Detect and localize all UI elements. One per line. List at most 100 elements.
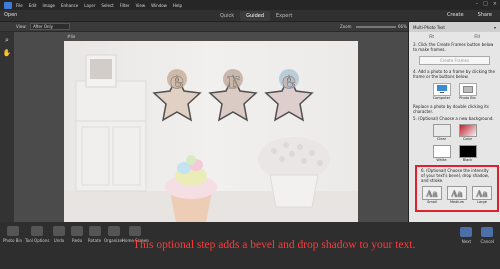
style-small-icon: Aa [422, 186, 442, 200]
create-button[interactable]: Create [447, 12, 464, 18]
next-cancel-group: Next Cancel [460, 227, 494, 244]
clear-label: Clear [436, 137, 447, 141]
menu-view[interactable]: View [136, 3, 146, 8]
style-large-icon: Aa [472, 186, 492, 200]
menu-image[interactable]: Image [42, 3, 55, 8]
photo-bin-icon [458, 83, 477, 96]
redo-button[interactable]: Redo [71, 226, 83, 243]
bg-black-button[interactable]: Black [458, 145, 477, 162]
open-button[interactable]: Open [4, 12, 17, 18]
bg-clear-button[interactable]: Clear [432, 124, 451, 141]
photo-bin-source-label: Photo Bin [459, 96, 476, 100]
step-6-text: 6. (Optional) Choose the intensity of yo… [421, 168, 490, 183]
guided-panel: Multi-Photo Text ▾ Fit Fill 3. Click the… [408, 22, 500, 222]
options-bar: View: After Only Zoom 66% [0, 22, 408, 32]
share-button[interactable]: Share [478, 12, 492, 18]
menu-layer[interactable]: Layer [84, 3, 95, 8]
style-small-button[interactable]: Aa Small [422, 186, 442, 204]
step-4-text: 4. Add a photo to a frame by clicking th… [413, 69, 495, 79]
mode-tabs: Quick Guided Expert [214, 11, 298, 21]
redo-icon [71, 226, 83, 236]
white-label: White [436, 158, 447, 162]
fit-label[interactable]: Fit [429, 34, 434, 39]
photo-bin-button[interactable]: Photo Bin [3, 226, 22, 243]
menu-help[interactable]: Help [173, 3, 182, 8]
background-row-1: Clear Color [409, 122, 500, 143]
computer-button[interactable]: Computer [432, 83, 451, 100]
panel-menu-icon[interactable]: ▾ [494, 25, 496, 30]
photo-bin-source-button[interactable]: Photo Bin [458, 83, 477, 100]
next-button[interactable]: Next [460, 227, 473, 244]
menu-enhance[interactable]: Enhance [61, 3, 78, 8]
view-label: View: [16, 24, 27, 29]
rotate-icon [88, 226, 101, 236]
organizer-button[interactable]: Organizer [104, 226, 124, 243]
undo-icon [53, 226, 65, 236]
toolbox: ⌕ ✋ [0, 32, 14, 222]
rotate-button[interactable]: Rotate [88, 226, 101, 243]
zoom-tool-icon[interactable]: ⌕ [2, 35, 12, 45]
undo-button[interactable]: Undo [53, 226, 65, 243]
cancel-label: Cancel [480, 239, 494, 244]
bg-color-button[interactable]: Color [458, 124, 477, 141]
view-select[interactable]: After Only [30, 23, 70, 30]
close-icon[interactable]: × [493, 1, 497, 7]
style-large-button[interactable]: Aa Large [472, 186, 492, 204]
tutorial-caption: This optional step adds a bevel and drop… [133, 239, 416, 251]
color-swatch [458, 124, 477, 137]
maximize-icon[interactable]: □ [483, 1, 488, 7]
next-icon [460, 227, 473, 237]
next-label: Next [461, 239, 472, 244]
undo-label: Undo [53, 238, 65, 243]
cancel-icon [481, 227, 494, 237]
menu-select[interactable]: Select [101, 3, 113, 8]
mode-bar: Open Quick Guided Expert Create Share [0, 10, 500, 22]
window-controls: – □ × [476, 1, 497, 7]
create-share-actions: Create Share [447, 12, 492, 18]
computer-label: Computer [432, 96, 451, 100]
step-3-text: 3. Click the Create Frames button below … [413, 42, 494, 52]
computer-icon [432, 83, 451, 96]
photo-illustration: e r e [64, 41, 358, 250]
create-frames-button[interactable]: Create Frames [419, 56, 490, 65]
photo-bin-icon [6, 226, 19, 236]
zoom-label: Zoom [340, 24, 352, 29]
small-label: Small [427, 200, 437, 204]
style-medium-icon: Aa [447, 186, 467, 200]
tab-quick[interactable]: Quick [214, 11, 240, 21]
tool-options-button[interactable]: Tool Options [25, 226, 49, 243]
canvas-area: #4e e r e [14, 32, 408, 250]
menu-filter[interactable]: Filter [120, 3, 130, 8]
style-intensity-row: Aa Small Aa Medium Aa Large [417, 186, 497, 204]
file-tab[interactable]: #4e [67, 34, 75, 39]
hand-tool-icon[interactable]: ✋ [2, 48, 12, 58]
replace-photo-text: Replace a photo by double clicking its c… [413, 104, 489, 114]
organizer-label: Organizer [104, 238, 124, 243]
menu-file[interactable]: File [16, 3, 23, 8]
app-logo-icon [4, 1, 12, 9]
cancel-button[interactable]: Cancel [480, 227, 494, 244]
step-5-text: 5. (Optional) Choose a new background. [413, 116, 494, 121]
bottom-bar: Photo Bin Tool Options Undo Redo Rotate … [0, 222, 500, 269]
style-medium-button[interactable]: Aa Medium [447, 186, 467, 204]
clear-swatch [432, 124, 451, 137]
redo-label: Redo [71, 238, 83, 243]
tab-expert[interactable]: Expert [270, 11, 298, 21]
menu-bar: File Edit Image Enhance Layer Select Fil… [0, 0, 500, 10]
menu-window[interactable]: Window [151, 3, 167, 8]
background-row-2: White Black [409, 143, 500, 164]
black-swatch [458, 145, 477, 158]
bg-white-button[interactable]: White [432, 145, 451, 162]
text-style-highlight: 6. (Optional) Choose the intensity of yo… [415, 165, 499, 212]
medium-label: Medium [450, 200, 464, 204]
black-label: Black [462, 158, 473, 162]
minimize-icon[interactable]: – [476, 1, 479, 7]
zoom-slider[interactable] [356, 26, 396, 28]
fill-label[interactable]: Fill [474, 34, 479, 39]
photoshop-elements-window: File Edit Image Enhance Layer Select Fil… [0, 0, 500, 269]
color-label: Color [462, 137, 473, 141]
menu-edit[interactable]: Edit [29, 3, 37, 8]
photo-bin-label: Photo Bin [3, 238, 23, 243]
tab-guided[interactable]: Guided [240, 11, 270, 21]
document-photo[interactable]: e r e [64, 41, 358, 250]
